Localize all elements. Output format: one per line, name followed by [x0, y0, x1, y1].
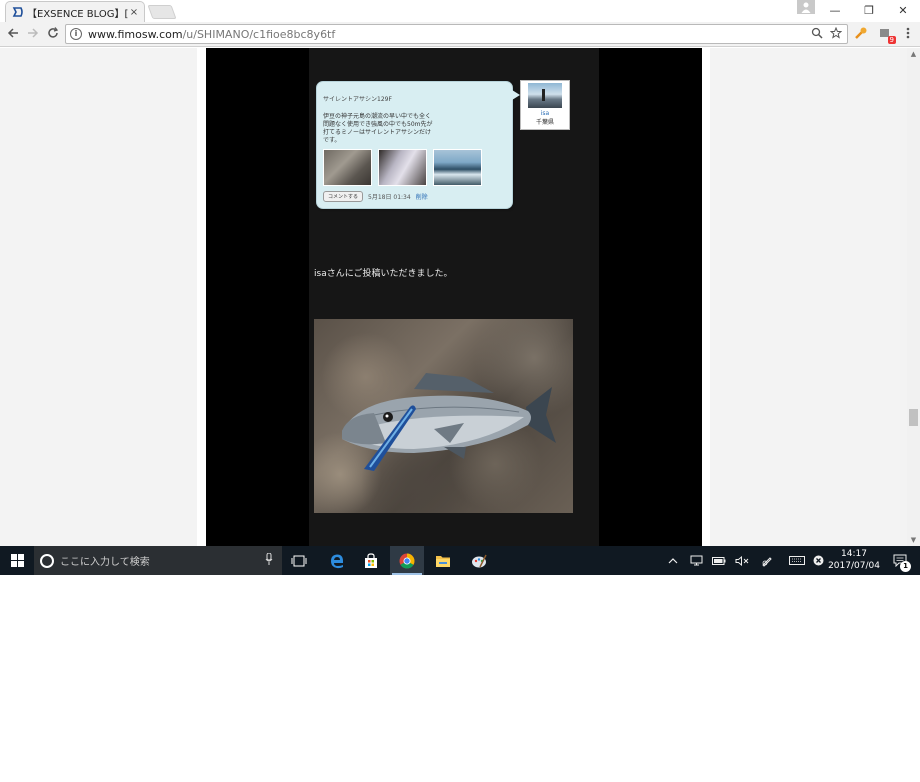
wrench-icon — [855, 27, 867, 39]
site-info-icon[interactable]: i — [70, 28, 82, 40]
review-footer: コメントする 5月18日 01:34 削除 — [323, 191, 506, 202]
review-body: 伊豆の神子元島の潮流の早い中でも全く問題なく使用でき強風の中でも50m先が打てる… — [323, 113, 433, 144]
page-viewport: サイレントアサシン129F 伊豆の神子元島の潮流の早い中でも全く問題なく使用でき… — [0, 48, 907, 546]
windows-logo-icon — [10, 554, 24, 567]
avatar[interactable] — [528, 83, 562, 108]
review-thumbnail[interactable] — [433, 149, 482, 186]
person-icon — [801, 2, 811, 13]
clock-date: 2017/07/04 — [828, 561, 880, 571]
monitor-icon — [690, 555, 702, 566]
tray-volume-button[interactable] — [732, 546, 752, 575]
back-button[interactable] — [6, 27, 20, 41]
review-thumbnail[interactable] — [378, 149, 427, 186]
volume-muted-icon — [735, 555, 749, 566]
scrollbar-thumb[interactable] — [909, 409, 918, 426]
forward-button[interactable] — [26, 27, 40, 41]
tray-pen-button[interactable] — [756, 546, 778, 575]
extension-wrench-button[interactable] — [853, 26, 869, 42]
action-center-button[interactable]: 1 — [886, 546, 914, 575]
star-icon — [829, 26, 843, 39]
url-path: /u/SHIMANO/c1fioe8bc8y6tf — [182, 27, 336, 41]
keyboard-icon — [789, 556, 805, 565]
address-bar[interactable]: i www.fimosw.com/u/SHIMANO/c1fioe8bc8y6t… — [65, 24, 848, 44]
tray-battery-button[interactable] — [709, 546, 729, 575]
pen-icon — [762, 556, 772, 567]
user-name-link[interactable]: isa — [521, 110, 569, 117]
page-scrollbar[interactable]: ▲ ▼ — [907, 48, 920, 546]
extension-puzzle-button[interactable]: 9 — [877, 26, 896, 44]
task-view-icon — [291, 555, 307, 566]
clock-time: 14:17 — [841, 549, 867, 559]
kebab-menu-icon — [906, 27, 910, 39]
tray-display-button[interactable] — [686, 546, 706, 575]
minimize-button[interactable]: — — [818, 0, 852, 20]
tab-strip: 【EXSENCE BLOG】[結果 × — ❐ ✕ — [0, 0, 920, 22]
user-card[interactable]: isa 千葉県 — [520, 80, 570, 130]
user-prefecture: 千葉県 — [535, 119, 554, 126]
scroll-down-arrow-icon[interactable]: ▼ — [907, 534, 920, 546]
profile-button[interactable] — [797, 0, 815, 14]
store-button[interactable] — [354, 546, 388, 575]
review-thumbnails — [323, 149, 506, 186]
close-window-button[interactable]: ✕ — [886, 0, 920, 20]
magnifier-icon — [811, 27, 823, 39]
seabass-with-lure-image — [342, 373, 556, 471]
task-view-button[interactable] — [282, 546, 316, 575]
extension-badge: 9 — [887, 36, 896, 44]
file-explorer-button[interactable] — [426, 546, 460, 575]
edge-button[interactable] — [320, 546, 354, 575]
arrow-left-icon — [7, 28, 18, 38]
mic-glyph-icon — [265, 552, 273, 565]
site-favicon-icon — [12, 7, 23, 17]
tray-overflow-button[interactable] — [664, 546, 682, 575]
new-tab-button[interactable] — [147, 5, 177, 19]
url-host: www.fimosw.com — [88, 27, 183, 41]
tab-close-icon[interactable]: × — [128, 7, 140, 18]
browser-toolbar: i www.fimosw.com/u/SHIMANO/c1fioe8bc8y6t… — [0, 22, 920, 47]
delete-link[interactable]: 削除 — [416, 192, 428, 201]
review-thumbnail[interactable] — [323, 149, 372, 186]
tab-title: 【EXSENCE BLOG】[結果 — [27, 8, 128, 20]
restore-button[interactable]: ❐ — [852, 0, 886, 20]
paint-app-button[interactable] — [462, 546, 496, 575]
close-circle-icon — [813, 555, 823, 566]
scroll-up-arrow-icon[interactable]: ▲ — [907, 48, 920, 60]
start-button[interactable] — [0, 546, 34, 575]
cortana-icon — [40, 553, 54, 568]
arrow-right-icon — [28, 28, 39, 38]
search-placeholder: ここに入力して検索 — [60, 557, 150, 568]
review-date: 5月18日 01:34 — [368, 194, 411, 201]
post-caption: isaさんにご投稿いただきました。 — [314, 269, 453, 279]
review-title: サイレントアサシン129F — [323, 96, 392, 103]
review-bubble: サイレントアサシン129F 伊豆の神子元島の潮流の早い中でも全く問題なく使用でき… — [316, 81, 520, 209]
folder-icon — [436, 555, 450, 567]
browser-menu-button[interactable] — [900, 26, 916, 42]
reload-button[interactable] — [46, 27, 60, 41]
browser-tab[interactable]: 【EXSENCE BLOG】[結果 × — [5, 1, 145, 22]
bookmark-star-icon[interactable] — [828, 26, 844, 42]
windows-taskbar: ここに入力して検索 14:17 2017/07/04 1 — [0, 546, 920, 575]
battery-icon — [712, 556, 726, 565]
notification-count-badge: 1 — [900, 561, 911, 572]
zoom-icon[interactable] — [809, 27, 825, 42]
chrome-icon — [399, 553, 415, 568]
fish-photo — [314, 319, 573, 513]
tray-ime-button[interactable] — [810, 546, 826, 575]
blank-area — [0, 575, 920, 782]
store-bag-icon — [365, 552, 377, 568]
chevron-up-icon — [668, 557, 678, 563]
microphone-icon[interactable] — [262, 552, 276, 568]
edge-icon — [331, 554, 343, 568]
comment-button[interactable]: コメントする — [323, 191, 364, 202]
paint-palette-icon — [472, 554, 487, 567]
url-text[interactable]: www.fimosw.com/u/SHIMANO/c1fioe8bc8y6tf — [88, 28, 809, 41]
tray-keyboard-button[interactable] — [785, 546, 809, 575]
taskbar-clock[interactable]: 14:17 2017/07/04 — [826, 548, 882, 572]
taskbar-search-box[interactable]: ここに入力して検索 — [34, 546, 282, 575]
screen: 【EXSENCE BLOG】[結果 × — ❐ ✕ — [0, 0, 920, 782]
reload-icon — [48, 27, 59, 38]
chrome-button[interactable] — [390, 546, 424, 575]
